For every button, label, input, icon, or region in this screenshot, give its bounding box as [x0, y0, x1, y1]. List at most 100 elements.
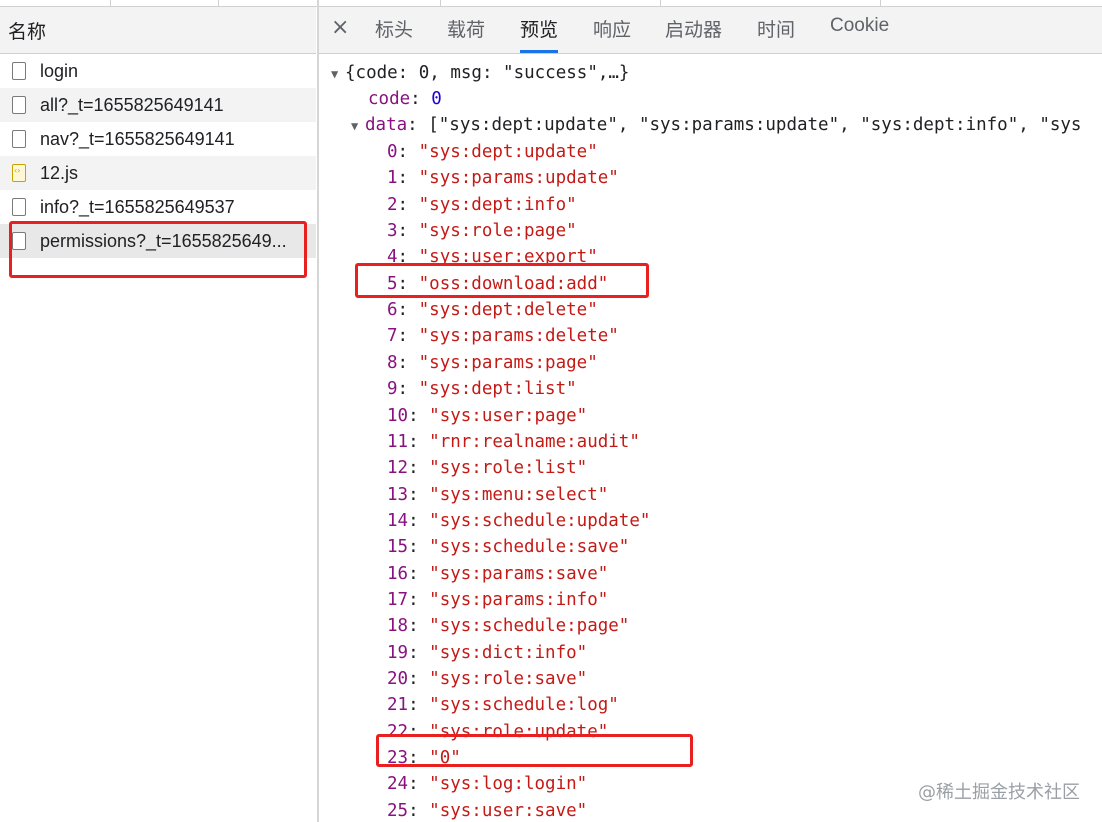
request-name: info?_t=1655825649537	[40, 196, 235, 217]
json-array-item: 18: "sys:schedule:page"	[387, 616, 630, 637]
strip-divider	[218, 0, 219, 6]
json-array-item: 9: "sys:dept:list"	[387, 379, 577, 400]
json-string: "0"	[429, 748, 461, 769]
json-index: 25	[387, 800, 409, 821]
json-index: 14	[387, 510, 409, 531]
json-index: 16	[387, 563, 409, 584]
document-icon	[12, 232, 26, 250]
request-row-nav[interactable]: nav?_t=1655825649141	[0, 122, 316, 156]
json-index: 11	[387, 431, 409, 452]
json-array-item: 4: "sys:user:export"	[387, 247, 598, 268]
strip-divider	[880, 0, 881, 6]
json-string: "sys:params:save"	[429, 563, 609, 584]
json-string: "oss:download:add"	[418, 273, 609, 294]
json-index: 13	[387, 484, 409, 505]
strip-divider	[660, 0, 661, 6]
json-data-node[interactable]: ▼ data: ["sys:dept:update", "sys:params:u…	[351, 114, 1081, 137]
strip-divider	[440, 0, 441, 6]
request-row-login[interactable]: login	[0, 54, 316, 88]
tab-timing[interactable]: 时间	[757, 15, 795, 53]
watermark: @稀土掘金技术社区	[918, 782, 1080, 803]
json-string: "sys:role:list"	[429, 458, 588, 479]
json-string: "sys:role:save"	[429, 669, 588, 689]
request-row-permissions[interactable]: permissions?_t=1655825649...	[0, 224, 316, 258]
json-index: 1	[387, 168, 398, 189]
expand-triangle-icon[interactable]: ▼	[331, 63, 345, 85]
json-array-item: 6: "sys:dept:delete"	[387, 300, 598, 321]
json-array-item: 15: "sys:schedule:save"	[387, 537, 630, 558]
json-string: "sys:schedule:save"	[429, 537, 630, 558]
json-number: 0	[431, 89, 442, 109]
json-string: "sys:user:export"	[418, 247, 598, 268]
json-array-item: 2: "sys:dept:info"	[387, 194, 577, 215]
json-array-item: 24: "sys:log:login"	[387, 774, 588, 795]
root-summary: {code: 0, msg: "success",…}	[345, 63, 630, 83]
json-array-item: 8: "sys:params:page"	[387, 352, 598, 373]
json-index: 15	[387, 537, 409, 558]
top-toolbar-strip	[0, 0, 1102, 7]
json-array-item: 20: "sys:role:save"	[387, 669, 588, 689]
name-column-header[interactable]: 名称	[0, 7, 316, 54]
document-icon	[12, 130, 26, 148]
document-icon	[12, 96, 26, 114]
json-array-item: 13: "sys:menu:select"	[387, 484, 609, 505]
json-string: "sys:dict:info"	[429, 642, 588, 663]
json-array-item: 7: "sys:params:delete"	[387, 326, 619, 347]
json-preview-tree: ▼ {code: 0, msg: "success",…} code: 0 ▼ da…	[319, 54, 1102, 822]
request-name: permissions?_t=1655825649...	[40, 230, 287, 251]
json-array-item: 16: "sys:params:save"	[387, 563, 609, 584]
request-details-panel: × 标头 载荷 预览 响应 启动器 时间 Cookie ▼ {code: 0, m…	[319, 7, 1102, 822]
json-code-row: code: 0	[368, 89, 442, 109]
json-array-item: 17: "sys:params:info"	[387, 589, 609, 610]
tab-initiator[interactable]: 启动器	[665, 15, 722, 53]
json-string: "sys:log:login"	[429, 774, 588, 795]
json-string: "sys:dept:update"	[418, 142, 598, 162]
json-index: 8	[387, 352, 398, 373]
json-string: "sys:user:save"	[429, 800, 588, 821]
tab-preview[interactable]: 预览	[520, 15, 559, 53]
json-string: "sys:schedule:log"	[429, 695, 619, 716]
request-name: all?_t=1655825649141	[40, 94, 224, 115]
json-index: 3	[387, 221, 398, 242]
tab-payload[interactable]: 载荷	[447, 15, 485, 53]
json-array-item: 10: "sys:user:page"	[387, 405, 588, 426]
json-string: "sys:menu:select"	[429, 484, 609, 505]
close-icon[interactable]: ×	[331, 15, 349, 40]
json-string: "sys:dept:list"	[418, 379, 577, 400]
json-array-item: 25: "sys:user:save"	[387, 800, 588, 821]
json-index: 23	[387, 748, 409, 769]
json-index: 22	[387, 721, 409, 742]
data-summary: ["sys:dept:update", "sys:params:update",…	[428, 115, 1082, 135]
request-row-info[interactable]: info?_t=1655825649537	[0, 190, 316, 224]
json-index: 2	[387, 194, 398, 215]
script-icon	[12, 164, 26, 182]
request-row-all[interactable]: all?_t=1655825649141	[0, 88, 316, 122]
json-string: "sys:dept:info"	[418, 194, 577, 215]
expand-triangle-icon[interactable]: ▼	[351, 115, 365, 137]
json-array-item: 1: "sys:params:update"	[387, 168, 619, 189]
json-string: "rnr:realname:audit"	[429, 431, 640, 452]
request-name: login	[40, 60, 79, 81]
request-row-12js[interactable]: 12.js	[0, 156, 316, 190]
json-index: 24	[387, 774, 409, 795]
json-array-item: 19: "sys:dict:info"	[387, 642, 588, 663]
request-list-panel: 名称 login all?_t=1655825649141 nav?_t=165…	[0, 7, 316, 822]
json-array-item: 23: "0"	[387, 748, 461, 769]
tab-headers[interactable]: 标头	[375, 15, 413, 53]
json-index: 5	[387, 273, 398, 294]
json-array-item: 14: "sys:schedule:update"	[387, 510, 651, 531]
strip-divider	[110, 0, 111, 6]
request-name: 12.js	[40, 162, 79, 183]
json-array-item: 12: "sys:role:list"	[387, 458, 588, 479]
tab-response[interactable]: 响应	[593, 15, 631, 53]
json-index: 21	[387, 695, 409, 716]
json-string: "sys:params:update"	[418, 168, 619, 189]
json-root-node[interactable]: ▼ {code: 0, msg: "success",…}	[331, 62, 629, 85]
tab-cookies[interactable]: Cookie	[830, 15, 889, 53]
json-index: 7	[387, 326, 398, 347]
json-index: 19	[387, 642, 409, 663]
json-string: "sys:schedule:page"	[429, 616, 630, 637]
json-string: "sys:dept:delete"	[418, 300, 598, 321]
json-array-item: 3: "sys:role:page"	[387, 221, 577, 242]
json-index: 10	[387, 405, 409, 426]
